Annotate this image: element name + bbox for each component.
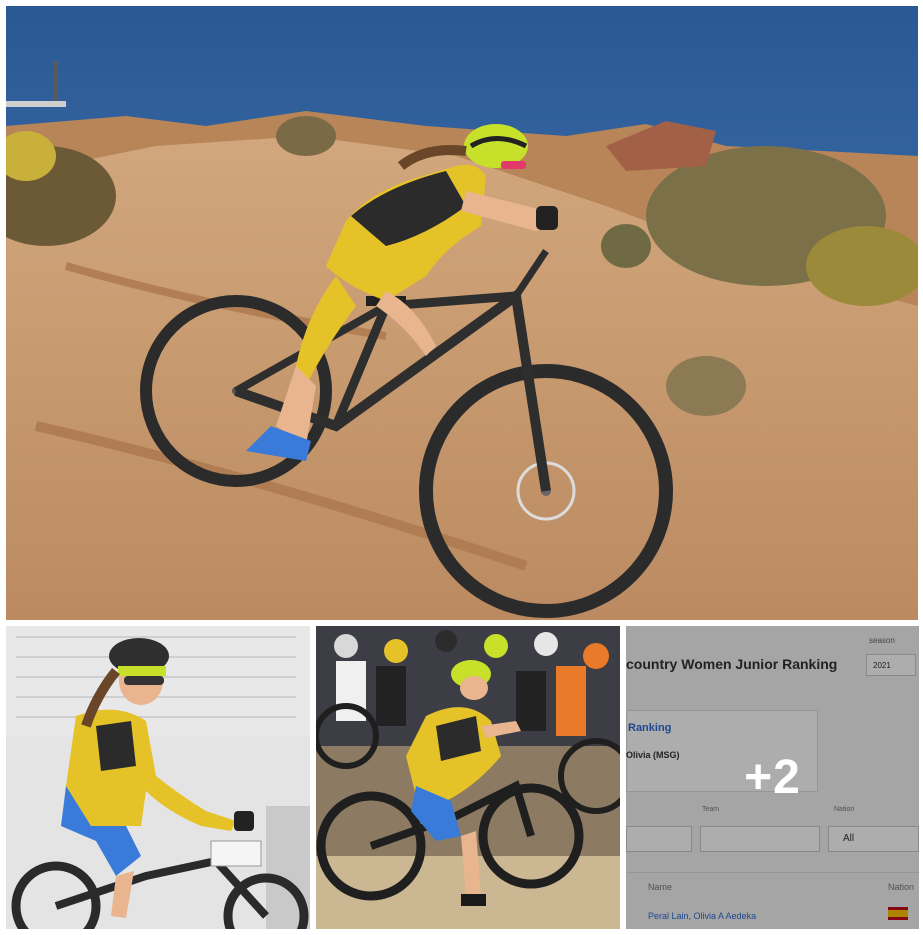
thumb-photo-1-image: [6, 626, 310, 929]
more-photos-count: +2: [744, 751, 801, 804]
main-photo-image: [6, 6, 918, 620]
thumb-photo-rider-portrait[interactable]: [6, 626, 310, 929]
thumb-photo-race-start[interactable]: [316, 626, 620, 929]
main-photo[interactable]: [6, 6, 918, 620]
thumb-photo-more[interactable]: season country Women Junior Ranking 2021…: [626, 626, 919, 929]
thumb-photo-2-image: [316, 626, 620, 929]
more-photos-overlay[interactable]: +2: [626, 626, 919, 929]
